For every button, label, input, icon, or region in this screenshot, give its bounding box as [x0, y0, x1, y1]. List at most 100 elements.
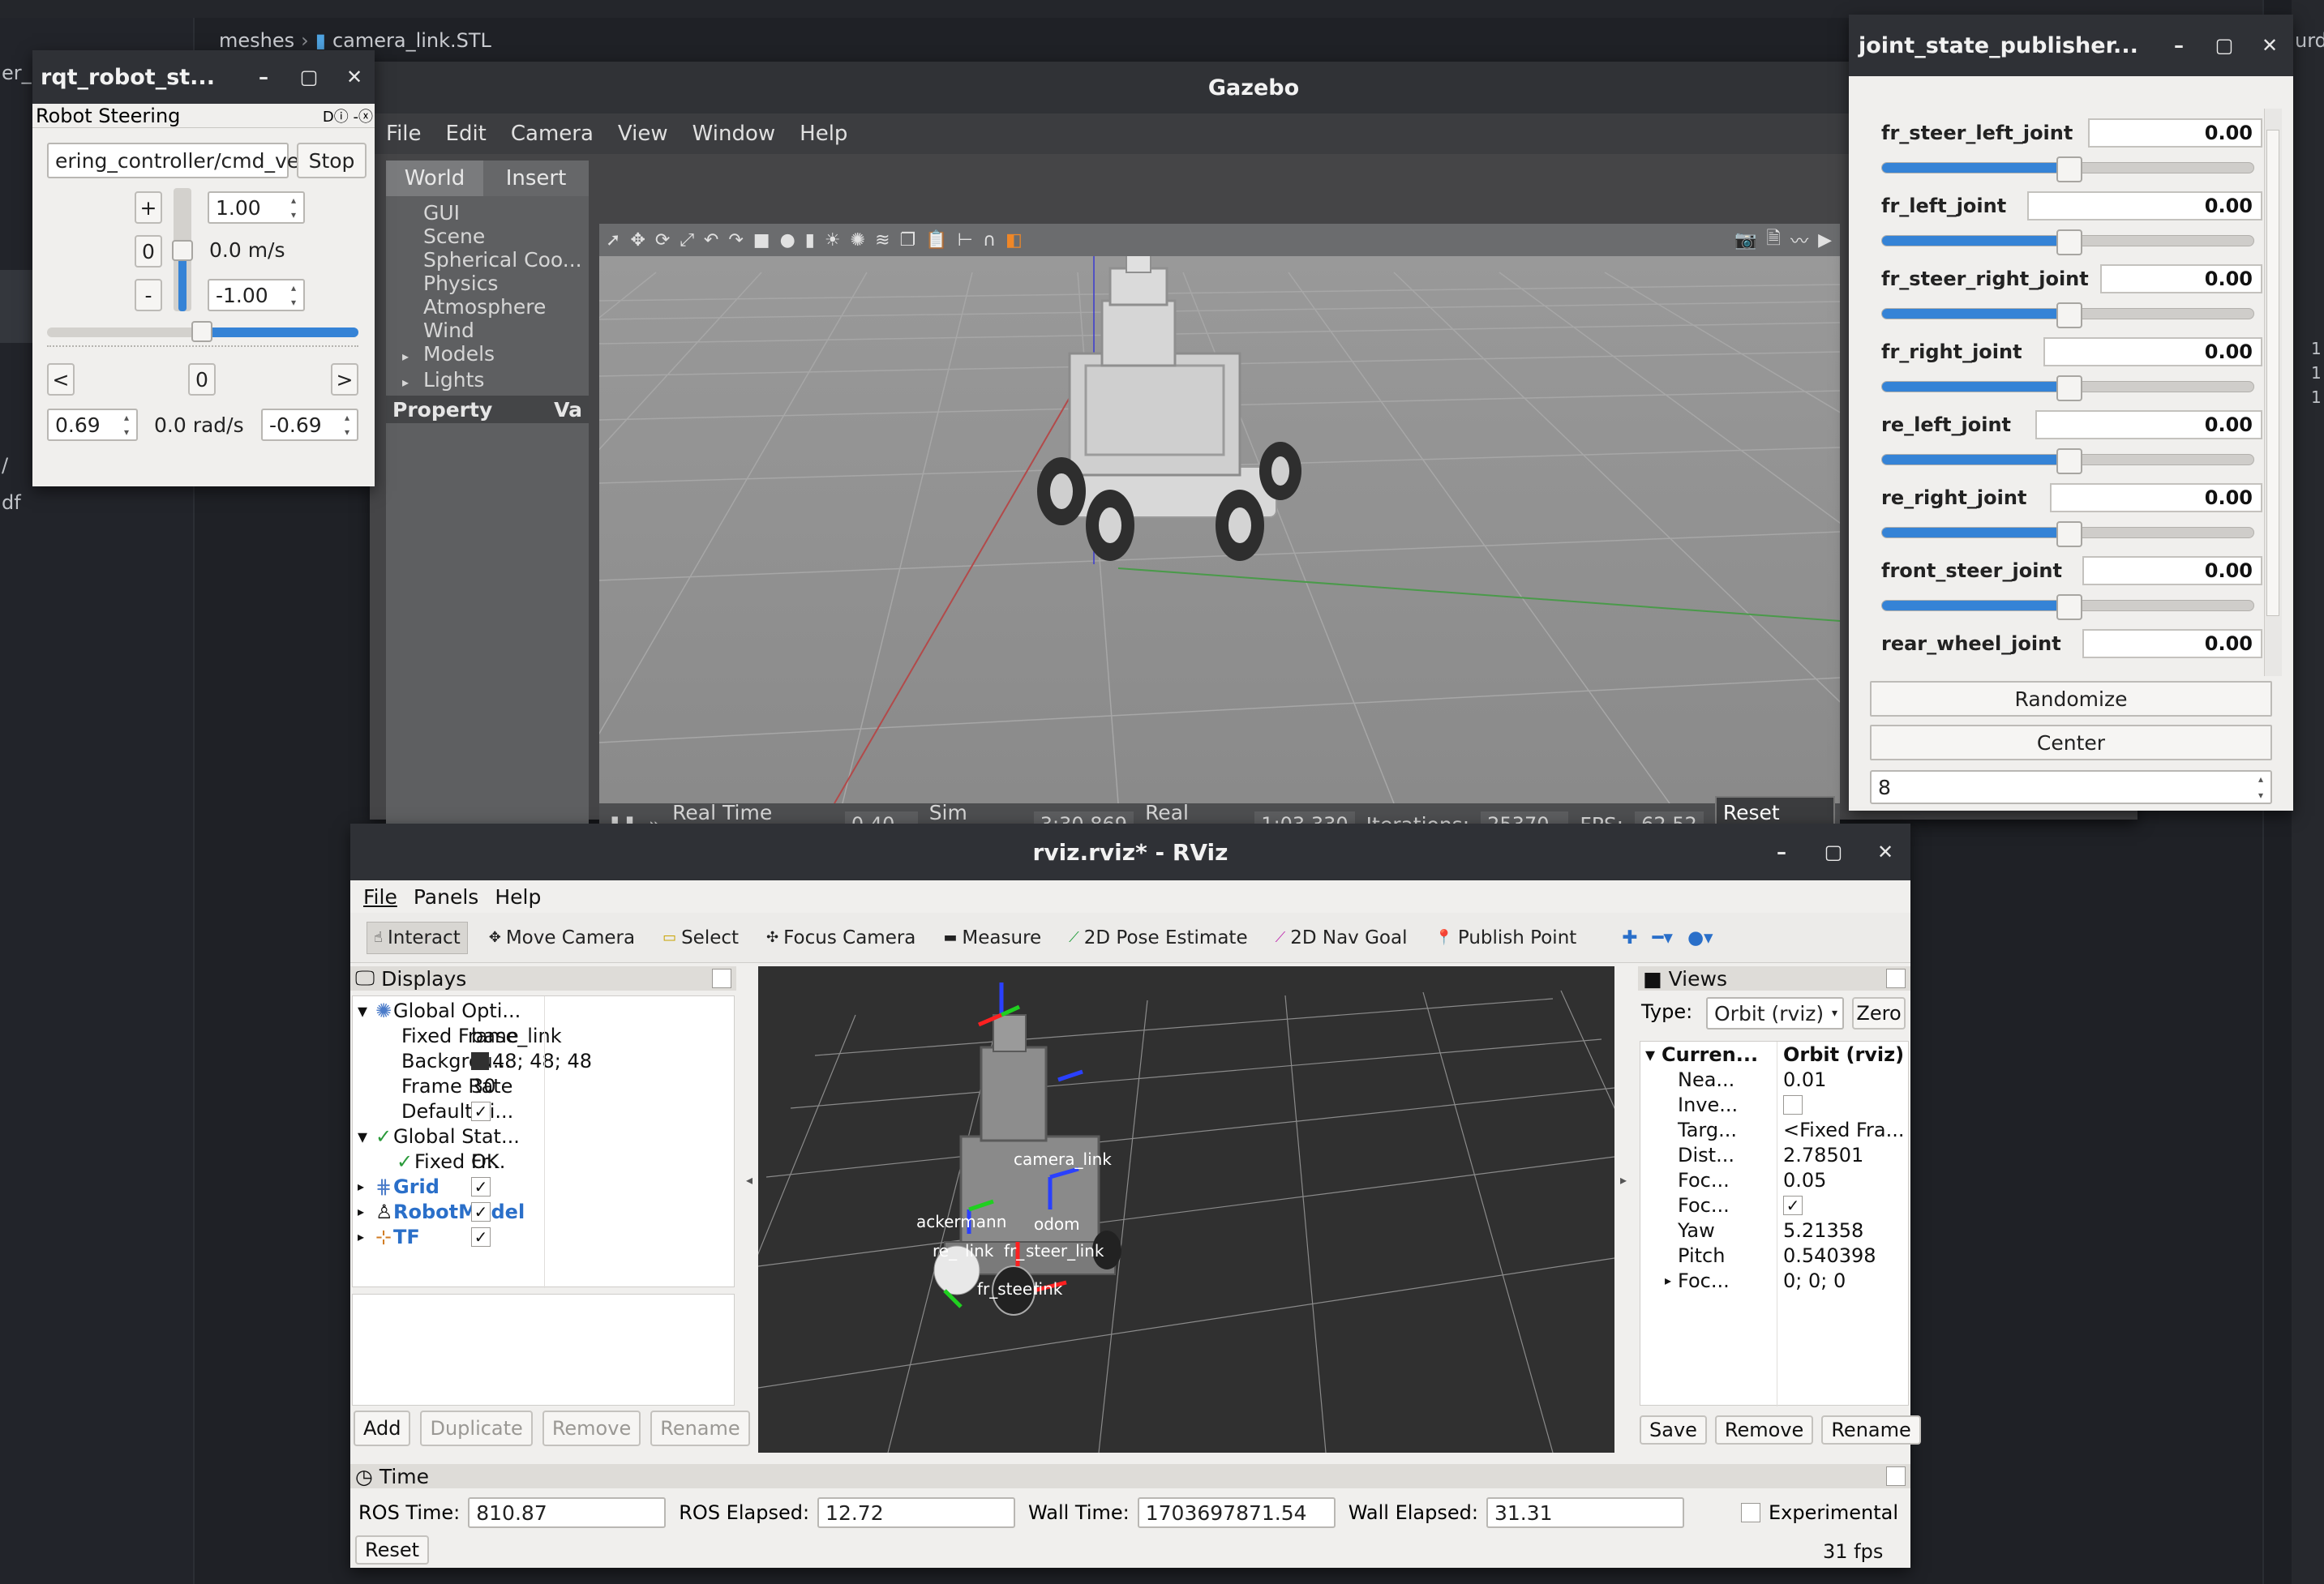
joint-slider-handle[interactable]	[2056, 229, 2082, 255]
checkbox-checked[interactable]: ✓	[471, 1101, 491, 1121]
tab-insert[interactable]: Insert	[483, 161, 589, 196]
tool-focus-camera[interactable]: ✣ Focus Camera	[760, 923, 922, 953]
minimize-icon[interactable]: –	[253, 66, 274, 88]
joint-value-input[interactable]: 0.00	[2082, 556, 2262, 585]
views-row[interactable]: Foc... ✓	[1640, 1192, 2022, 1218]
box-shape-icon[interactable]: ■	[753, 230, 770, 250]
tree-item-scene[interactable]: Scene	[402, 225, 589, 248]
menu-file[interactable]: File	[386, 122, 422, 146]
plot-icon[interactable]: 〰	[1790, 227, 1808, 253]
joint-value-input[interactable]: 0.00	[2035, 410, 2262, 439]
increase-linear-button[interactable]: +	[135, 191, 162, 224]
tool-2d-pose-estimate[interactable]: ⟋ 2D Pose Estimate	[1062, 923, 1254, 953]
video-icon[interactable]: ▶	[1818, 230, 1832, 250]
views-row[interactable]: Nea... 0.01	[1640, 1067, 2022, 1092]
joint-slider-handle[interactable]	[2056, 521, 2082, 547]
randomize-button[interactable]: Randomize	[1870, 681, 2272, 717]
collapse-arrow-icon[interactable]: ▾	[358, 1000, 367, 1022]
paste-icon[interactable]: 📋	[925, 230, 947, 250]
close-icon[interactable]: ✕	[1875, 841, 1896, 863]
undock-icon[interactable]	[1886, 969, 1906, 988]
views-value[interactable]: 0.540398	[1783, 1244, 1876, 1267]
tree-value[interactable]: 48; 48; 48	[492, 1050, 592, 1072]
max-rows-spinbox[interactable]: 8 ▴ ▾	[1870, 770, 2272, 804]
tool-move-camera[interactable]: ✥ Move Camera	[482, 923, 641, 953]
snap-icon[interactable]: ∩	[983, 230, 996, 250]
expand-arrow-icon[interactable]: ▸	[358, 1229, 364, 1244]
joint-list-scrollbar[interactable]	[2264, 109, 2282, 676]
tree-row-robot-model[interactable]: ▸ ♙ RobotModel ✓	[353, 1199, 734, 1224]
joint-slider[interactable]	[1881, 594, 2254, 620]
plugin-controls[interactable]: Dⓘ -ⓧ	[323, 105, 373, 126]
copy-icon[interactable]: ❐	[900, 230, 916, 250]
menu-window[interactable]: Window	[692, 122, 776, 146]
min-linear-input[interactable]: -1.00 ▴ ▾	[208, 279, 305, 311]
menu-help[interactable]: Help	[800, 122, 847, 146]
expand-arrow-icon[interactable]: ▸	[1665, 1273, 1671, 1288]
rename-display-button[interactable]: Rename	[650, 1411, 750, 1446]
checkbox-checked[interactable]: ✓	[471, 1176, 491, 1197]
remove-tool-icon[interactable]: ━▾	[1653, 927, 1673, 948]
rotate-icon[interactable]: ⟳	[655, 230, 670, 250]
breadcrumb-file[interactable]: camera_link.STL	[332, 29, 491, 52]
views-row[interactable]: Yaw 5.21358	[1640, 1218, 2022, 1243]
tree-item-spherical[interactable]: Spherical Coo...	[402, 248, 589, 272]
max-angular-input[interactable]: 0.69 ▴ ▾	[47, 409, 138, 441]
tree-item-physics[interactable]: Physics	[402, 272, 589, 295]
collapse-left-arrow-icon[interactable]: ◂	[746, 1172, 753, 1188]
views-row[interactable]: ▸ Foc... 0; 0; 0	[1640, 1268, 2022, 1293]
menu-file[interactable]: File	[363, 885, 397, 909]
maximize-icon[interactable]: ▢	[298, 66, 319, 88]
joint-slider[interactable]	[1881, 302, 2254, 328]
undo-icon[interactable]: ↶	[704, 230, 718, 250]
collapse-right-arrow-icon[interactable]: ▸	[1620, 1172, 1627, 1188]
joint-slider-handle[interactable]	[2056, 375, 2082, 401]
menu-edit[interactable]: Edit	[446, 122, 487, 146]
views-value[interactable]: 5.21358	[1783, 1219, 1863, 1242]
joint-value-input[interactable]: 0.00	[2043, 337, 2262, 366]
maximize-icon[interactable]: ▢	[2214, 34, 2235, 57]
maximize-icon[interactable]: ▢	[1823, 841, 1844, 863]
views-row[interactable]: Targ... <Fixed Fra...	[1640, 1117, 2022, 1142]
undock-icon[interactable]	[1886, 1466, 1906, 1486]
align-icon[interactable]: ⊢	[958, 230, 973, 250]
views-row[interactable]: Inve...	[1640, 1092, 2022, 1117]
joint-slider-handle[interactable]	[2056, 448, 2082, 474]
ros-elapsed-field[interactable]: 12.72	[817, 1497, 1016, 1528]
joint-slider[interactable]	[1881, 156, 2254, 182]
breadcrumb-folder[interactable]: meshes	[219, 29, 294, 52]
views-row[interactable]: Dist... 2.78501	[1640, 1142, 2022, 1167]
joint-slider[interactable]	[1881, 229, 2254, 255]
linear-slider-handle[interactable]	[172, 240, 193, 261]
rqt-titlebar[interactable]: rqt_robot_st... – ▢ ✕	[32, 50, 375, 104]
views-value[interactable]: 0; 0; 0	[1783, 1269, 1846, 1292]
joint-value-input[interactable]: 0.00	[2082, 629, 2262, 658]
stop-button[interactable]: Stop	[297, 143, 367, 178]
turn-right-button[interactable]: >	[331, 363, 358, 396]
tool-publish-point[interactable]: 📍 Publish Point	[1428, 923, 1583, 953]
joint-value-input[interactable]: 0.00	[2088, 118, 2262, 148]
tool-properties-icon[interactable]: ●▾	[1687, 927, 1713, 948]
joint-slider-handle[interactable]	[2056, 156, 2082, 182]
sphere-shape-icon[interactable]: ●	[780, 230, 795, 250]
tool-select[interactable]: ▭ Select	[656, 923, 745, 953]
minimize-icon[interactable]: –	[2168, 34, 2189, 57]
tab-world[interactable]: World	[386, 161, 483, 196]
tree-row-global-options[interactable]: ▾ ✺ Global Opti...	[353, 998, 734, 1023]
turn-left-button[interactable]: <	[47, 363, 75, 396]
select-arrow-icon[interactable]: ➚	[606, 230, 620, 250]
rviz-3d-view[interactable]: camera_link ackermann odom re_ link fr_ …	[758, 966, 1614, 1453]
duplicate-display-button[interactable]: Duplicate	[420, 1411, 533, 1446]
spot-light-icon[interactable]: ✺	[851, 230, 865, 250]
tree-row-default-light[interactable]: Default Li... ✓	[353, 1098, 734, 1124]
wall-elapsed-field[interactable]: 31.31	[1486, 1497, 1684, 1528]
tree-item-wind[interactable]: Wind	[402, 319, 589, 342]
rviz-titlebar[interactable]: rviz.rviz* - RViz – ▢ ✕	[350, 824, 1910, 880]
scrollbar-handle[interactable]	[2266, 130, 2279, 616]
screenshot-icon[interactable]: 📷	[1734, 230, 1756, 250]
redo-icon[interactable]: ↷	[728, 230, 743, 250]
checkbox-checked[interactable]: ✓	[471, 1227, 491, 1247]
rename-view-button[interactable]: Rename	[1821, 1415, 1921, 1445]
close-icon[interactable]: ✕	[2259, 34, 2280, 57]
tree-value[interactable]: base_link	[471, 1025, 562, 1047]
